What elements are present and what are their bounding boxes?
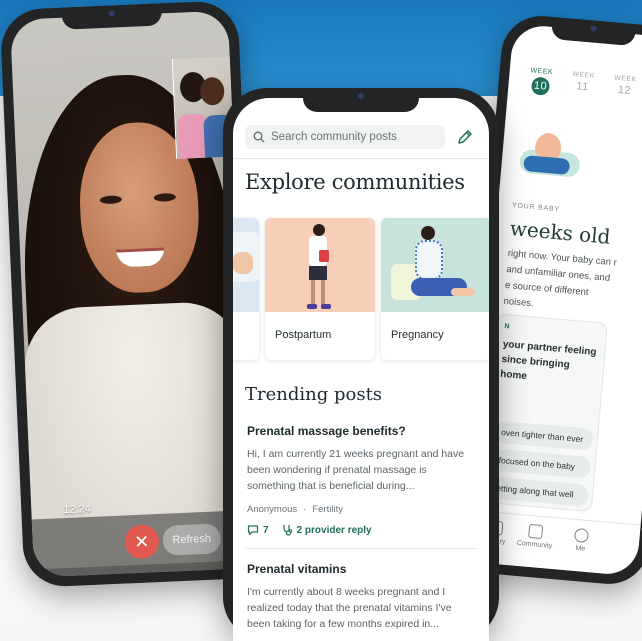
community-screen: Explore communities	[233, 98, 489, 641]
poll-option[interactable]: focused on the baby	[491, 448, 592, 479]
post-author: Anonymous	[247, 504, 298, 515]
profile-icon	[573, 527, 590, 544]
post-meta: Anonymous · Fertility	[247, 504, 343, 515]
pencil-icon	[458, 130, 472, 144]
week-tab-10[interactable]: WEEK 10	[526, 67, 556, 96]
week-tab-11[interactable]: WEEK 11	[568, 71, 598, 100]
partner-poll-card: N your partner feeling since bringing ho…	[479, 313, 609, 513]
call-time: 12:24	[63, 502, 92, 517]
post-excerpt: I'm currently about 8 weeks pregnant and…	[247, 586, 452, 630]
explore-heading: Explore communities	[245, 170, 465, 194]
search-row	[245, 124, 477, 150]
provider-icon	[282, 525, 292, 536]
community-card-postpartum[interactable]: Postpartum	[265, 218, 375, 360]
section-label: YOUR BABY	[511, 202, 561, 214]
provider-replies[interactable]: 2 provider reply	[281, 524, 372, 536]
search-icon	[253, 131, 265, 143]
search-input[interactable]	[271, 131, 441, 143]
week-tab-12[interactable]: WEEK 12	[609, 74, 639, 103]
post-category[interactable]: Fertility	[312, 504, 343, 515]
refresh-button[interactable]: Refresh	[162, 523, 222, 556]
phone-notch	[61, 3, 163, 30]
call-controls: ✕ Refresh	[31, 510, 253, 578]
end-call-button[interactable]: ✕	[124, 524, 160, 560]
comments-count[interactable]: 7	[247, 524, 269, 536]
chat-icon	[528, 523, 544, 540]
postpartum-illustration	[265, 218, 375, 312]
pregnancy-illustration	[381, 218, 489, 312]
nav-me[interactable]: Me	[560, 527, 602, 554]
baby-description: right now. Your baby can r and unfamilia…	[503, 247, 618, 310]
post-item[interactable]: Prenatal massage benefits? Hi, I am curr…	[247, 424, 475, 536]
nav-community[interactable]: Community	[514, 523, 556, 550]
close-icon: ✕	[133, 530, 150, 552]
post-excerpt: Hi, I am currently 21 weeks pregnant and…	[247, 448, 465, 492]
poll-option[interactable]: oven tighter than ever	[494, 420, 594, 452]
post-title: Prenatal massage benefits?	[247, 424, 406, 438]
baby-illustration	[518, 125, 587, 186]
community-card-pregnancy[interactable]: Pregnancy	[381, 218, 489, 360]
community-carousel[interactable]: Postpartum Pregnancy	[233, 218, 489, 360]
poll-question: your partner feeling since bringing home	[499, 338, 597, 383]
post-item[interactable]: Prenatal vitamins I'm currently about 8 …	[247, 562, 475, 632]
community-card[interactable]	[233, 218, 259, 360]
new-post-button[interactable]	[453, 125, 477, 149]
community-card-image	[233, 218, 259, 312]
trending-heading: Trending posts	[245, 384, 383, 405]
video-call-screen: 12:24 ✕ Refresh	[9, 10, 253, 578]
poll-option[interactable]: etting along that well	[489, 476, 589, 507]
baby-age-heading: weeks old	[508, 216, 612, 249]
post-stats: 7 2 provider reply	[247, 524, 475, 536]
week-selector: WEEK 10 WEEK 11 WEEK 12	[526, 67, 640, 104]
post-title: Prenatal vitamins	[247, 562, 347, 576]
phone-notch	[303, 88, 419, 112]
comment-icon	[247, 525, 259, 536]
search-box[interactable]	[245, 125, 445, 149]
community-phone: Explore communities	[223, 88, 499, 641]
